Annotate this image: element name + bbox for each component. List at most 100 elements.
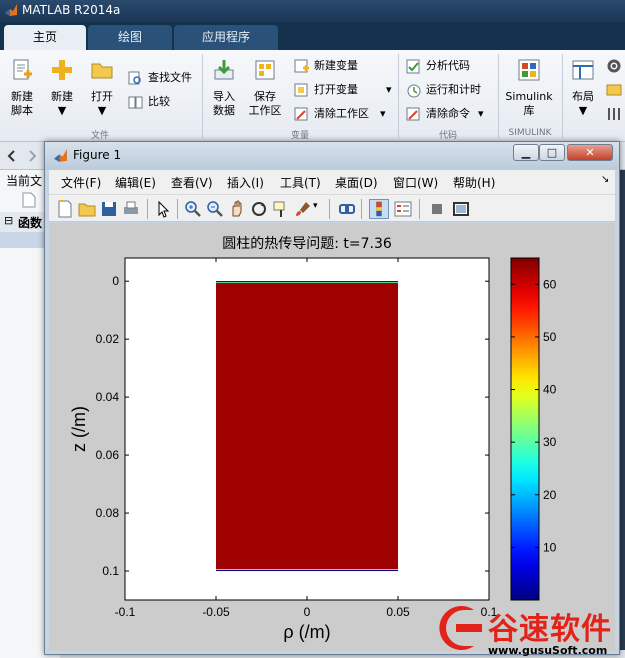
rotate-3d-icon[interactable] — [249, 199, 269, 219]
tab-apps[interactable]: 应用程序 — [174, 25, 278, 50]
brush-icon[interactable] — [293, 199, 313, 219]
zoom-out-icon[interactable] — [205, 199, 225, 219]
clear-workspace-icon — [294, 107, 308, 121]
open-variable-dropdown-icon[interactable]: ▾ — [386, 80, 392, 100]
clear-commands-button[interactable]: 清除命令 ▾ — [406, 104, 484, 124]
menu-edit[interactable]: 编辑(E) — [115, 174, 156, 191]
clear-workspace-dropdown-icon[interactable]: ▾ — [380, 104, 386, 124]
plus-icon — [52, 60, 72, 80]
find-files-icon — [128, 71, 141, 85]
menu-tools[interactable]: 工具(T) — [280, 174, 321, 191]
find-files-button[interactable]: 查找文件 — [128, 68, 192, 88]
collapse-icon[interactable]: ⊟ — [4, 214, 13, 227]
brush-dropdown-icon[interactable]: ▾ — [313, 201, 318, 211]
save-workspace-icon — [255, 60, 275, 80]
section-file-label: 文件 — [90, 131, 109, 141]
menubar-dock-icon[interactable]: ↘ — [601, 174, 609, 185]
toolbar-separator — [329, 199, 330, 219]
layout-dropdown-arrow: ▼ — [578, 104, 588, 117]
pan-icon[interactable] — [227, 199, 247, 219]
heat-boundary-top — [216, 282, 398, 284]
heat-field — [216, 281, 398, 572]
preferences-icon[interactable] — [606, 58, 622, 74]
legend-icon[interactable] — [393, 199, 413, 219]
clear-workspace-label: 清除工作区 — [314, 107, 369, 120]
watermark: 谷速软件 www.gusuSoft.com — [430, 600, 625, 658]
ribbon-separator — [562, 54, 563, 138]
parallel-icon[interactable] — [606, 106, 622, 122]
tab-plots[interactable]: 绘图 — [88, 25, 172, 50]
new-script-button[interactable]: 新建 脚本 — [6, 58, 38, 118]
open-label: 打开 — [91, 90, 113, 103]
figure-canvas: -0.1 -0.05 0 0.05 0.1 0 0.02 0.04 0.06 0.08 0.1 圆柱的… — [49, 223, 615, 651]
maximize-button[interactable]: □ — [539, 144, 565, 161]
y-tick-label: 0.1 — [102, 564, 119, 578]
analyze-code-icon — [406, 59, 420, 74]
hide-plot-tools-icon[interactable] — [427, 199, 447, 219]
watermark-url: www.gusuSoft.com — [488, 644, 608, 657]
link-icon[interactable] — [337, 199, 357, 219]
save-workspace-button[interactable]: 保存 工作区 — [246, 58, 284, 118]
menu-window[interactable]: 窗口(W) — [393, 174, 438, 191]
layout-button[interactable]: 布局 ▼ — [566, 58, 600, 118]
open-button[interactable]: 打开 ▼ — [86, 58, 118, 118]
x-tick-label: -0.1 — [115, 605, 136, 619]
menu-help[interactable]: 帮助(H) — [453, 174, 495, 191]
section-simulink-label: SIMULINK — [508, 128, 552, 138]
menu-insert[interactable]: 插入(I) — [227, 174, 264, 191]
analyze-code-label: 分析代码 — [426, 59, 470, 72]
save-icon[interactable] — [99, 199, 119, 219]
simulink-library-button[interactable]: Simulink 库 — [502, 58, 556, 118]
edit-plot-icon[interactable] — [153, 199, 173, 219]
clear-commands-dropdown-icon[interactable]: ▾ — [478, 104, 484, 124]
figure-titlebar: Figure 1 ▁ □ ✕ — [45, 142, 619, 170]
save-ws-label-1: 保存 — [254, 90, 276, 103]
open-variable-button[interactable]: 打开变量 ▾ — [294, 80, 392, 100]
colorbar-tick-label: 20 — [543, 488, 557, 502]
run-and-time-button[interactable]: 运行和计时 — [406, 80, 481, 100]
heat-boundary-bottom — [216, 570, 398, 572]
close-button[interactable]: ✕ — [567, 144, 613, 161]
minimize-button[interactable]: ▁ — [513, 144, 539, 161]
clear-workspace-button[interactable]: 清除工作区 ▾ — [294, 104, 386, 124]
open-variable-icon — [294, 83, 308, 97]
matlab-logo-icon — [54, 149, 67, 162]
simulink-label-2: 库 — [523, 104, 535, 117]
tab-home[interactable]: 主页 — [4, 25, 86, 50]
simulink-label-1: Simulink — [505, 90, 553, 103]
file-icon — [22, 192, 36, 208]
import-label-1: 导入 — [213, 90, 235, 103]
colorbar-icon[interactable] — [369, 199, 389, 219]
new-button[interactable]: 新建 ▼ — [46, 58, 78, 118]
colorbar — [510, 257, 540, 601]
open-file-icon[interactable] — [77, 199, 97, 219]
folder-icon — [91, 63, 113, 79]
show-plot-tools-icon[interactable] — [451, 199, 471, 219]
figure-menubar: 文件(F) 编辑(E) 查看(V) 插入(I) 工具(T) 桌面(D) 窗口(W… — [49, 170, 615, 194]
back-icon[interactable] — [4, 148, 20, 164]
toolbar-separator — [147, 199, 148, 219]
heatmap-chart: -0.1 -0.05 0 0.05 0.100.020.040.060.080.1圆柱的… — [69, 236, 557, 642]
print-icon[interactable] — [121, 199, 141, 219]
figure-title: Figure 1 — [73, 148, 122, 162]
y-tick-label: 0 — [112, 274, 119, 288]
set-path-icon[interactable] — [606, 82, 622, 98]
zoom-in-icon[interactable] — [183, 199, 203, 219]
menu-file[interactable]: 文件(F) — [61, 174, 101, 191]
forward-icon[interactable] — [24, 148, 40, 164]
run-and-time-icon — [407, 84, 421, 98]
menu-view[interactable]: 查看(V) — [171, 174, 213, 191]
new-script-icon — [13, 59, 32, 80]
toolbar-separator — [419, 199, 420, 219]
menu-desktop[interactable]: 桌面(D) — [335, 174, 378, 191]
functions-label: 函数 — [18, 216, 43, 230]
heat-boundary-bottom — [216, 569, 398, 571]
new-variable-button[interactable]: 新建变量 — [294, 56, 358, 76]
data-cursor-icon[interactable] — [271, 199, 291, 219]
simulink-library-icon — [518, 59, 540, 81]
heat-boundary-bottom — [216, 568, 398, 570]
new-figure-icon[interactable] — [55, 199, 75, 219]
import-data-button[interactable]: 导入 数据 — [208, 58, 240, 118]
compare-button[interactable]: 比较 — [128, 92, 170, 112]
analyze-code-button[interactable]: 分析代码 — [406, 56, 470, 76]
